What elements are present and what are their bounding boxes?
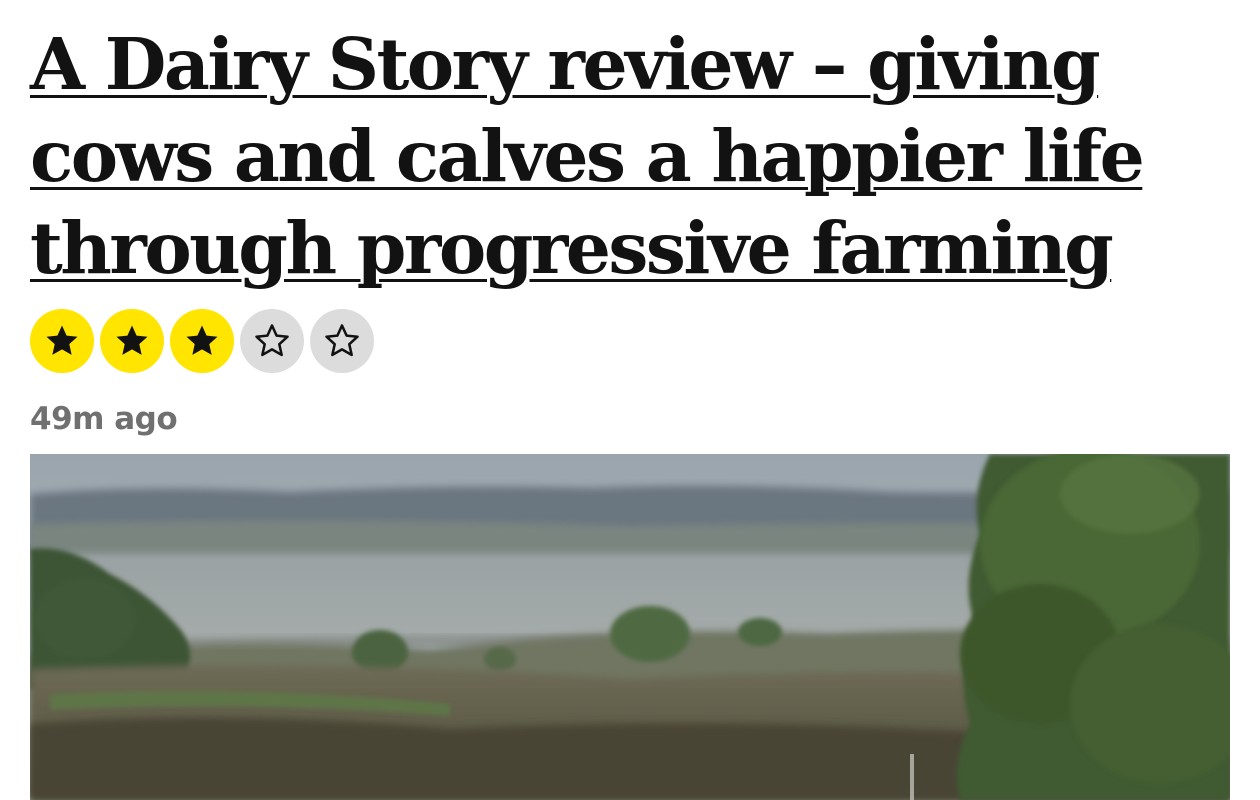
star-filled-icon <box>186 325 218 355</box>
star-rating <box>30 309 374 375</box>
star-filled-icon <box>116 325 148 355</box>
article-headline-link[interactable]: A Dairy Story review – giving cows and c… <box>30 18 1230 294</box>
star-filled-badge <box>170 309 234 373</box>
hero-image[interactable] <box>30 454 1230 800</box>
landscape-photo <box>30 454 1230 800</box>
article-timestamp: 49m ago <box>30 401 178 437</box>
star-filled-badge <box>100 309 164 373</box>
star-empty-badge <box>310 309 374 373</box>
star-filled-icon <box>46 325 78 355</box>
star-outline-icon <box>325 324 359 357</box>
star-empty-badge <box>240 309 304 373</box>
star-filled-badge <box>30 309 94 373</box>
article-page: A Dairy Story review – giving cows and c… <box>0 0 1260 800</box>
star-outline-icon <box>255 324 289 357</box>
